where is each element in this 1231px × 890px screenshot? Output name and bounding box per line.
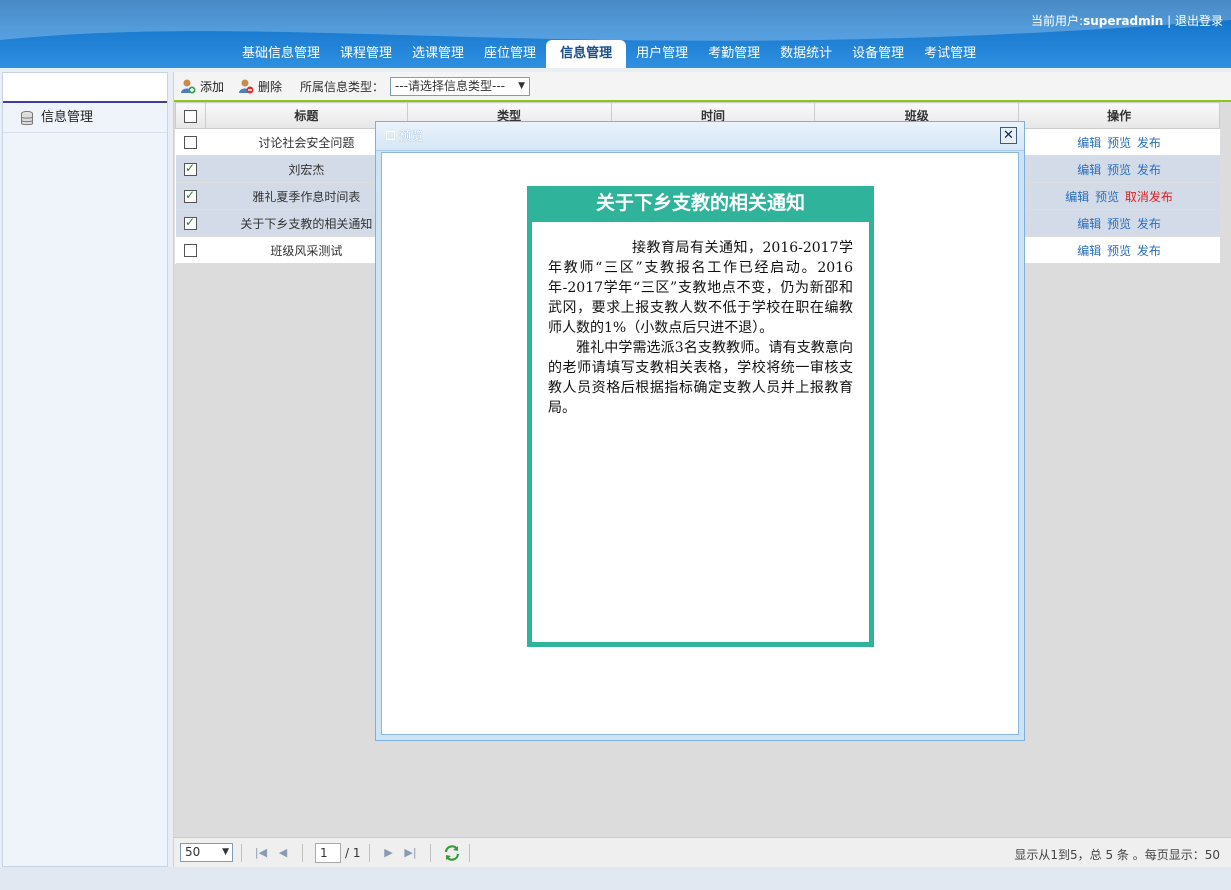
col-actions: 操作 [1018,102,1220,129]
page-size-value: 50 [185,845,201,859]
select-all-header [175,102,206,129]
nav-basic-info[interactable]: 基础信息管理 [232,40,330,68]
select-all-checkbox[interactable] [183,109,197,123]
total-pages: / 1 [345,845,361,860]
type-filter-label: 所属信息类型： [300,79,385,94]
nav-info-management[interactable]: 信息管理 [546,40,627,68]
toolbar: 添加 删除 所属信息类型： ---请选择信息类型--- ▼ [174,72,1231,102]
edit-link[interactable]: 编辑 [1065,190,1089,204]
divider [468,843,470,862]
edit-link[interactable]: 编辑 [1077,217,1101,231]
next-page-icon[interactable]: ▶ [382,846,396,860]
pagination-info: 显示从1到5，总 5 条 。每页显示：50 [1014,848,1220,862]
row-actions: 编辑 预览 发布 [1018,236,1220,264]
preview-link[interactable]: 预览 [1107,217,1131,231]
row-checkbox-cell [175,128,206,156]
unpublish-link[interactable]: 取消发布 [1125,190,1173,204]
chevron-down-icon: ▼ [222,847,229,857]
nav-course-selection[interactable]: 选课管理 [402,40,474,68]
row-checkbox-cell [175,209,206,237]
publish-link[interactable]: 发布 [1137,163,1161,177]
first-page-icon[interactable]: |◀ [254,846,268,860]
nav-users[interactable]: 用户管理 [626,40,698,68]
type-filter-select[interactable]: ---请选择信息类型--- ▼ [390,76,531,96]
row-checkbox-cell [175,155,206,183]
notice-title: 关于下乡支教的相关通知 [527,186,874,222]
page-number-input[interactable]: 1 [315,842,341,863]
refresh-icon[interactable] [443,844,461,862]
notice-paragraph: 接教育局有关通知，2016-2017学年教师“三区”支教报名工作已经启动。201… [548,240,853,336]
edit-link[interactable]: 编辑 [1077,163,1101,177]
type-filter-value: ---请选择信息类型--- [395,78,506,93]
sidebar-header [3,73,167,103]
publish-link[interactable]: 发布 [1137,217,1161,231]
nav-exams[interactable]: 考试管理 [914,40,986,68]
current-username: superadmin [1083,14,1164,28]
edit-link[interactable]: 编辑 [1077,244,1101,258]
nav-statistics[interactable]: 数据统计 [770,40,842,68]
nav-courses[interactable]: 课程管理 [330,40,402,68]
current-user-label: 当前用户: [1031,14,1084,28]
user-bar-separator: | [1167,14,1172,28]
preview-link[interactable]: 预览 [1107,163,1131,177]
add-button-label: 添加 [200,79,225,94]
row-checkbox[interactable] [183,244,197,257]
divider [302,843,303,862]
row-actions: 编辑 预览 发布 [1018,155,1220,183]
delete-user-icon [239,79,254,94]
pagination-bar: 50 ▼ |◀ ◀ 1 / 1 ▶ ▶| 显示从1到5，总 5 条 。每页显示：… [174,837,1231,867]
logout-link[interactable]: 退出登录 [1175,14,1223,28]
window-icon [386,131,395,140]
sidebar-item-label: 信息管理 [41,110,94,125]
dialog-body: 关于下乡支教的相关通知 接教育局有关通知，2016-2017学年教师“三区”支教… [381,152,1019,735]
dialog-titlebar[interactable]: 预览 ✕ [376,122,1024,151]
divider [368,843,370,862]
notice-paragraph: 雅礼中学需选派3名支教教师。请有支教意向的老师请填写支教相关表格，学校将统一审核… [548,340,853,416]
row-checkbox[interactable] [183,136,197,149]
add-user-icon [181,79,196,94]
left-sidebar: 信息管理 [2,72,168,867]
row-actions: 编辑 预览 取消发布 [1018,182,1220,210]
preview-dialog: 预览 ✕ 关于下乡支教的相关通知 接教育局有关通知，2016-2017学年教师“… [375,121,1025,741]
divider [429,843,431,862]
row-checkbox[interactable] [183,161,197,176]
row-checkbox[interactable] [183,215,197,230]
preview-link[interactable]: 预览 [1107,244,1131,258]
notice-card: 关于下乡支教的相关通知 接教育局有关通知，2016-2017学年教师“三区”支教… [527,186,874,647]
dialog-title: 预览 [399,129,424,143]
publish-link[interactable]: 发布 [1137,244,1161,258]
nav-devices[interactable]: 设备管理 [842,40,914,68]
footer-strip [0,867,1231,890]
add-button[interactable]: 添加 [180,78,224,95]
delete-button[interactable]: 删除 [238,78,282,95]
sidebar-item-info-management[interactable]: 信息管理 [3,103,167,133]
prev-page-icon[interactable]: ◀ [276,846,290,860]
preview-link[interactable]: 预览 [1095,190,1119,204]
row-checkbox-cell [175,182,206,210]
notice-content: 接教育局有关通知，2016-2017学年教师“三区”支教报名工作已经启动。201… [532,222,869,418]
row-actions: 编辑 预览 发布 [1018,128,1220,156]
nav-seats[interactable]: 座位管理 [474,40,546,68]
delete-button-label: 删除 [258,79,283,94]
chevron-down-icon: ▼ [518,80,526,91]
page-size-select[interactable]: 50 ▼ [180,843,233,862]
last-page-icon[interactable]: ▶| [404,846,418,860]
row-actions: 编辑 预览 发布 [1018,209,1220,237]
top-header: 当前用户:superadmin | 退出登录 基础信息管理 课程管理 选课管理 … [0,0,1231,68]
row-checkbox-cell [175,236,206,264]
database-icon [21,111,33,126]
publish-link[interactable]: 发布 [1137,136,1161,150]
close-icon[interactable]: ✕ [1000,127,1017,144]
row-checkbox[interactable] [183,188,197,203]
user-bar: 当前用户:superadmin | 退出登录 [1031,12,1223,29]
preview-link[interactable]: 预览 [1107,136,1131,150]
main-nav: 基础信息管理 课程管理 选课管理 座位管理 信息管理 用户管理 考勤管理 数据统… [232,38,986,68]
nav-attendance[interactable]: 考勤管理 [698,40,770,68]
divider [241,843,242,862]
edit-link[interactable]: 编辑 [1077,136,1101,150]
